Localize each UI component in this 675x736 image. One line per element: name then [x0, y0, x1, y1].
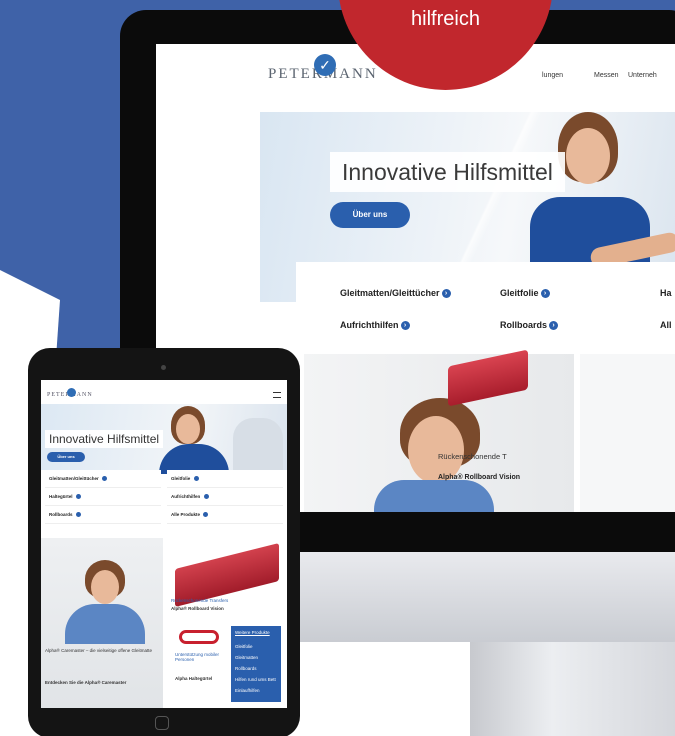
caremaster-title[interactable]: Alpha® Caremaster – die vielseitige offe…	[45, 648, 157, 653]
more-product-item[interactable]: Gleitfolie	[235, 644, 253, 649]
nav-item-unternehmen[interactable]: Unterneh	[628, 72, 657, 79]
tablet-home-button[interactable]	[155, 716, 169, 730]
arrow-right-icon	[75, 494, 81, 500]
nav-item-lungen[interactable]: lungen	[542, 72, 563, 79]
rollboard-product[interactable]: Alpha® Rollboard Vision	[438, 474, 520, 481]
category-label: Haltegürtel	[49, 494, 73, 499]
person-face	[176, 414, 200, 444]
arrow-right-icon: ›	[441, 289, 451, 299]
category-label: Aufrichthilfen	[340, 320, 399, 330]
tablet-screen: PETERMANN Innovative Hilfsmittel Über un…	[41, 380, 287, 708]
arrow-right-icon	[75, 512, 81, 518]
person-face	[91, 570, 119, 604]
arrow-right-icon	[203, 494, 209, 500]
rollboard-caption[interactable]: Rückenschonende T	[438, 452, 507, 461]
tablet-camera	[161, 365, 166, 370]
arrow-right-icon	[193, 476, 199, 482]
tablet-category-aufrichthilfen[interactable]: Aufrichthilfen	[167, 488, 283, 506]
category-label: Rollboards	[49, 512, 73, 517]
person-body	[65, 604, 145, 644]
arrow-right-icon: ›	[540, 289, 550, 299]
more-products-title: Weitere Produkte	[235, 630, 270, 635]
category-link-rollboards[interactable]: Rollboards ›	[500, 320, 559, 331]
hamburger-menu-icon[interactable]	[273, 392, 281, 398]
category-link-aufrichthilfen[interactable]: Aufrichthilfen ›	[340, 320, 410, 331]
category-link-all[interactable]: All	[660, 320, 672, 330]
caremaster-link[interactable]: Entdecken Sie die Alpha® Caremaster	[45, 680, 126, 685]
tablet-category-rollboards[interactable]: Rollboards	[45, 506, 161, 524]
tablet-category-alle-produkte[interactable]: Alle Produkte	[167, 506, 283, 524]
belt-product[interactable]: Alpha Haltegürtel	[175, 676, 212, 681]
tablet-category-haltegurtel[interactable]: Haltegürtel	[45, 488, 161, 506]
logo-check-icon: ✓	[314, 54, 336, 76]
badge-label: hilfreich	[411, 8, 480, 30]
arrow-right-icon: ›	[400, 321, 410, 331]
more-product-item[interactable]: Gleitmatten	[235, 655, 258, 660]
tablet-category-gleitfolie[interactable]: Gleitfolie	[167, 470, 283, 488]
category-label: Aufrichthilfen	[171, 494, 201, 499]
more-product-item[interactable]: Rollboards	[235, 666, 257, 671]
about-us-button[interactable]: Über uns	[330, 202, 410, 228]
tablet-category-gleitmatten[interactable]: Gleitmatten/Gleittücher	[45, 470, 161, 488]
more-product-item[interactable]: Hilfen rund ums Bett	[235, 677, 276, 682]
belt-title[interactable]: Unterstützung mobiler Personen	[175, 652, 227, 662]
tablet-category-grid: Gleitmatten/Gleittücher Gleitfolie Halte…	[41, 470, 287, 526]
monitor-stand	[470, 640, 675, 736]
transfers-title[interactable]: Rückenschonende Transfers	[171, 598, 228, 603]
category-label: Gleitfolie	[500, 288, 539, 298]
nav-item-messen[interactable]: Messen	[594, 72, 619, 79]
category-link-gleitfolie[interactable]: Gleitfolie ›	[500, 288, 550, 299]
arrow-right-icon: ›	[549, 321, 559, 331]
logo-check-icon	[67, 388, 76, 397]
category-label: Rollboards	[500, 320, 548, 330]
belt-image	[179, 630, 219, 644]
category-link-ha[interactable]: Ha	[660, 288, 672, 298]
category-link-gleitmatten[interactable]: Gleitmatten/Gleittücher ›	[340, 288, 451, 299]
category-label: Gleitmatten/Gleittücher	[49, 476, 99, 481]
category-label: Gleitfolie	[171, 476, 191, 481]
tablet-hero-title: Innovative Hilfsmittel	[45, 430, 164, 448]
rollboard-teaser[interactable]	[580, 354, 675, 512]
arrow-right-icon	[102, 476, 108, 482]
person-face	[566, 128, 610, 184]
arrow-right-icon	[203, 512, 209, 518]
person-body	[374, 480, 494, 512]
category-label: Alle Produkte	[171, 512, 201, 517]
hero-title: Innovative Hilfsmittel	[330, 152, 565, 192]
transfers-product[interactable]: Alpha® Rollboard Vision	[171, 606, 224, 611]
patient-figure	[233, 418, 283, 474]
tablet-about-button[interactable]: Über uns	[47, 452, 85, 462]
more-product-item[interactable]: Einlaufhilfen	[235, 688, 260, 693]
more-products-box: Weitere Produkte Gleitfolie Gleitmatten …	[231, 626, 281, 702]
category-label: Gleitmatten/Gleittücher	[340, 288, 440, 298]
caremaster-teaser[interactable]	[304, 354, 574, 512]
